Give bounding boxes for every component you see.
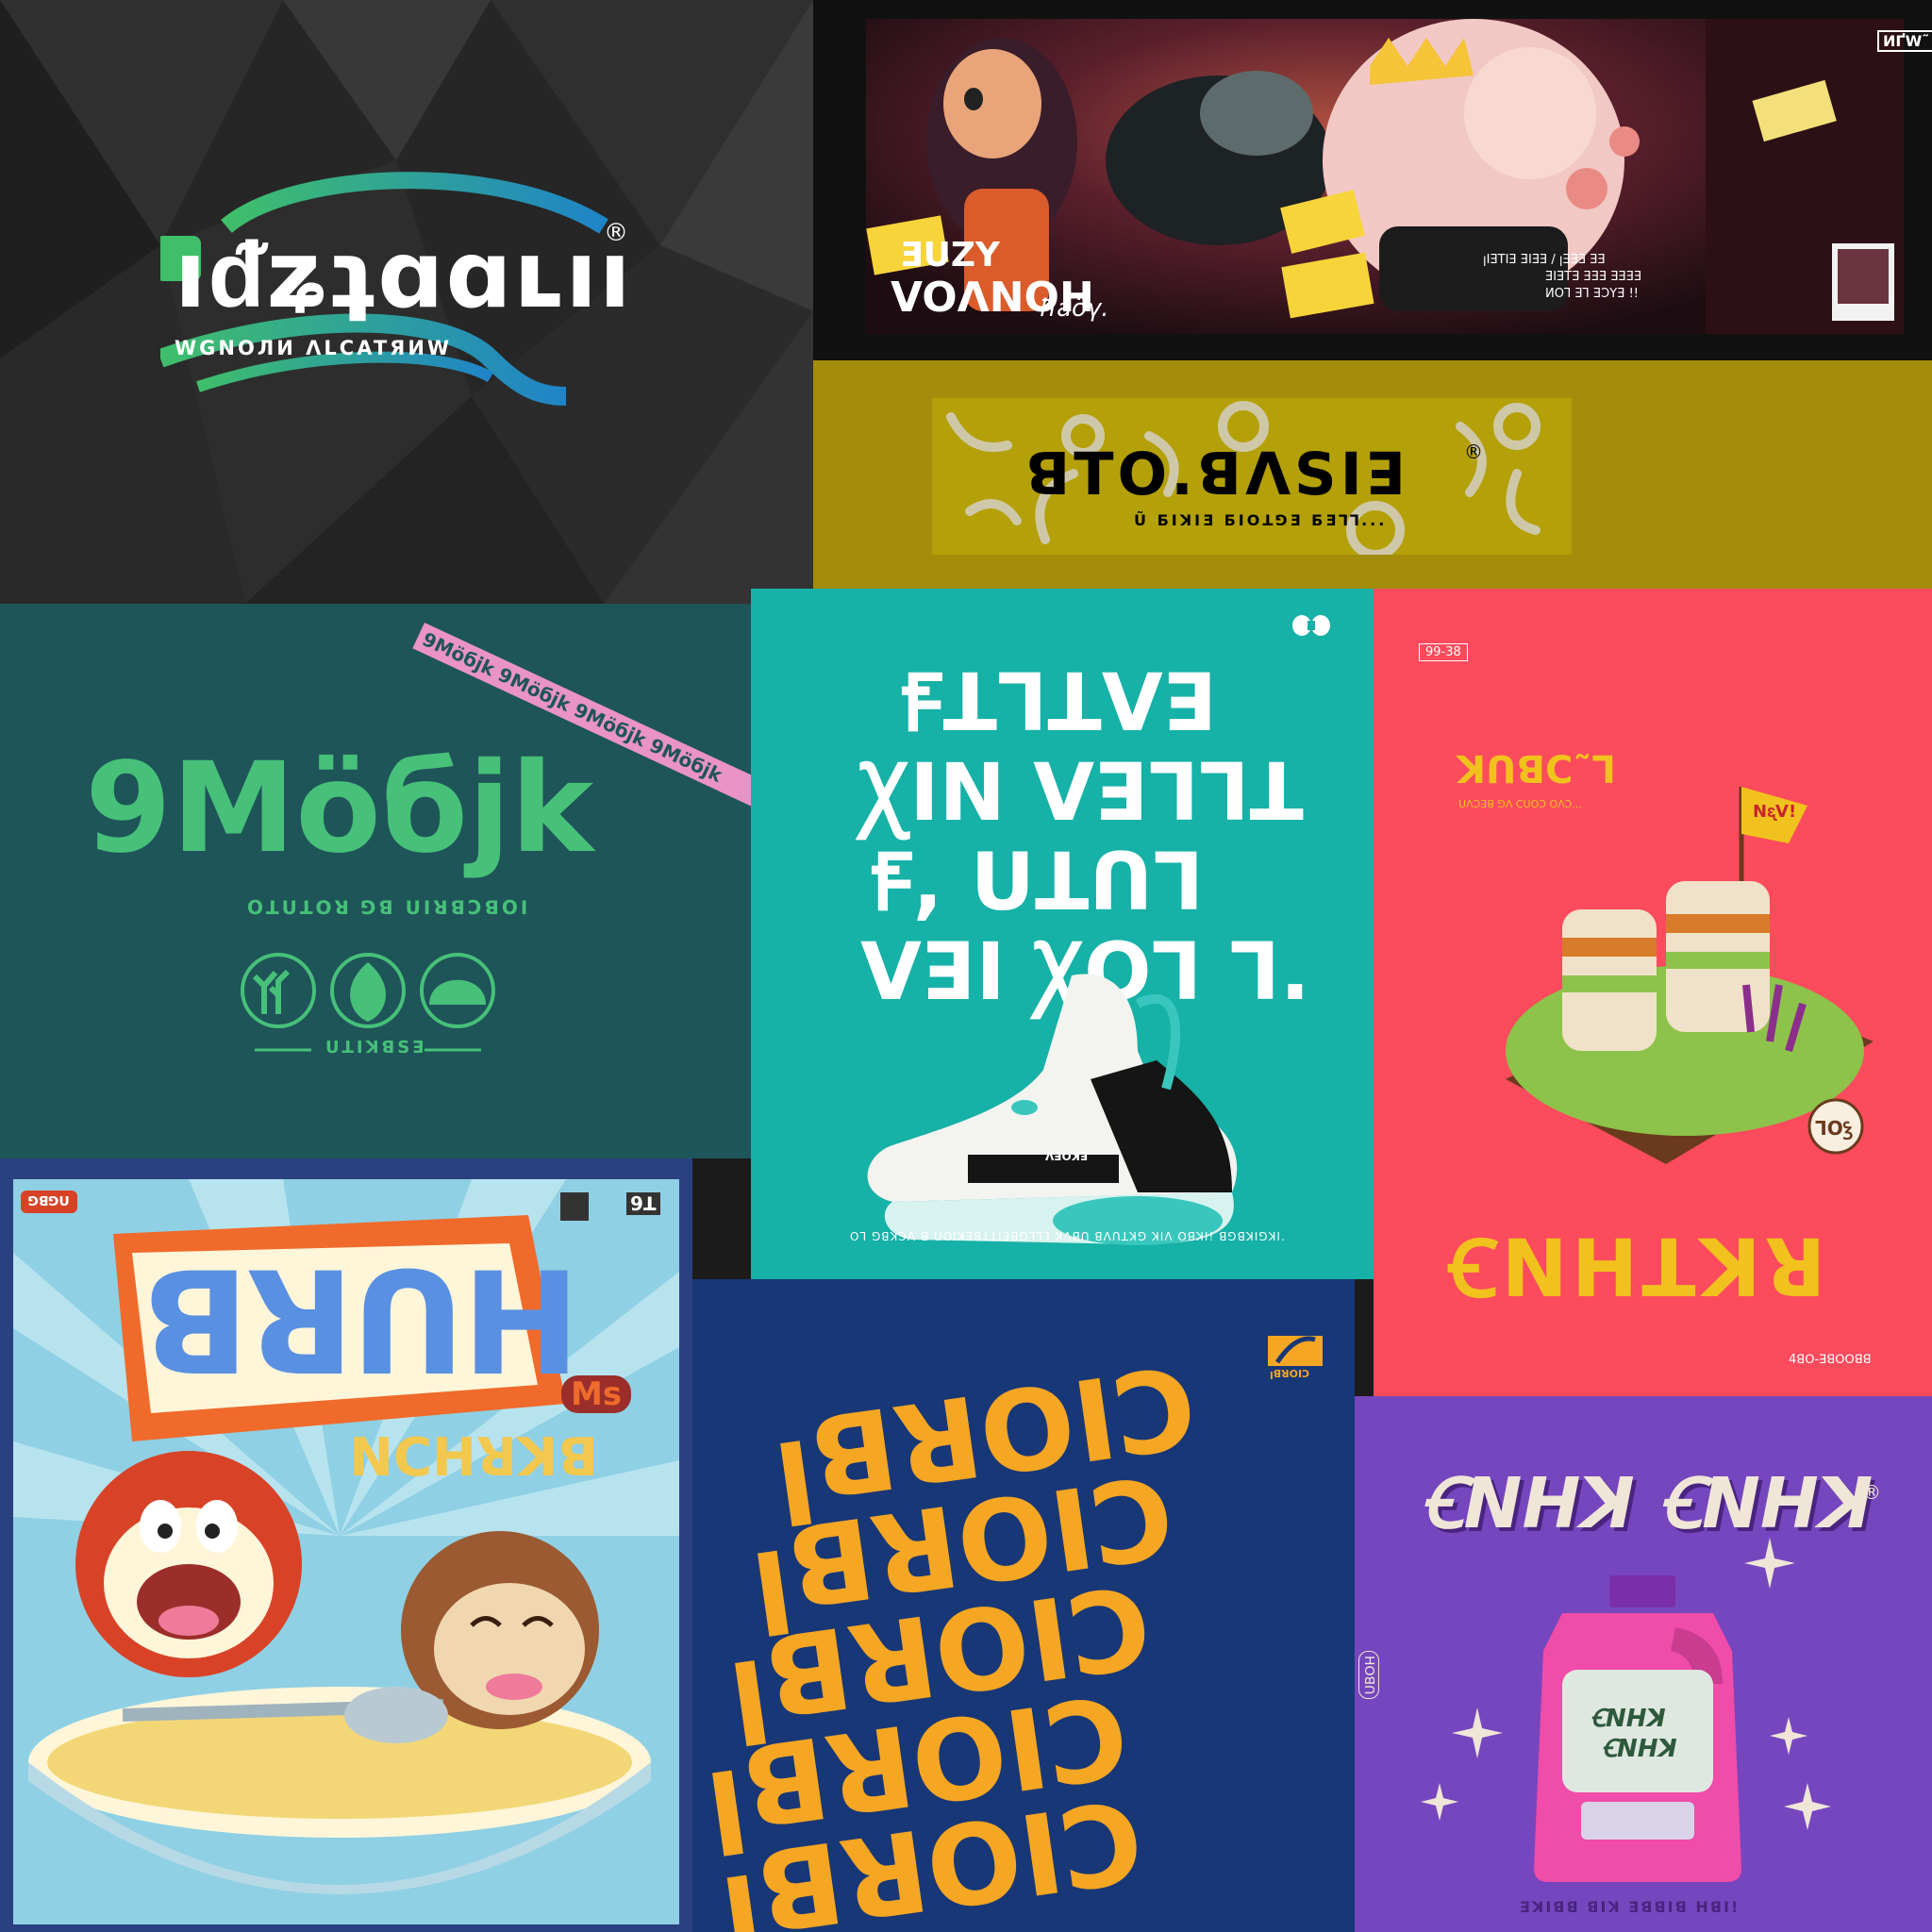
purple-detergent-panel: Ꞓꓠꓧꓘ Ꞓꓠꓧꓘ ® ꓧꓳꓭꓵ Ꞓꓠꓧꓘ Ꞓꓠꓧꓘ ꓱꓘꓲꓭꓭ ꓭꓲꓘ ꓱꓭꓭ… (1355, 1396, 1932, 1932)
cereal-ms-badge: Ms (561, 1375, 632, 1413)
concert-caption-3: ИOꞀ ƎꞀ ƎƆYƎ !! (1545, 287, 1639, 301)
logo-tagline: WGNOЛИ ɅLCATЯИW (175, 337, 453, 359)
food-corner-code: 99-38 (1419, 643, 1468, 661)
concert-caption-2: ƎIƎTƎ ƎƎƎ ƎƎƎƎ (1545, 270, 1642, 284)
cereal-badge: ꓨꓭꓨꓴ (21, 1191, 77, 1213)
concert-corner-badge: ИҐW˜ (1877, 30, 1932, 52)
olive-brand-panel: ꓭꓔꓳ.ꓭꓥꓢꓲꓱ ® Ũ ƂIꓘIƎ ƂIOꓕꓨƎ ƂƎꓶꓶ... (813, 360, 1932, 589)
green-brand-panel: 9Möбjk 9Möбjk 9Möбjk 9Möбjk 9Möбjk Oꓕꓴꓕꓳ… (0, 604, 781, 1158)
concert-banner-panel: ƎUZY VOΛNOH ħaöγ. ꞁIƎTIƎ ƎIƎƎ / ꞁƎƎƎ ƎƎ … (813, 0, 1932, 360)
shoe-brand-label: ꓥꓱꓳꓘꓱ (1045, 1150, 1089, 1163)
sparkle-icons (1421, 1538, 1831, 1830)
olive-title: ꓭꓔꓳ.ꓭꓥꓢꓲꓱ (1025, 440, 1410, 508)
sparkle-icon (1784, 1783, 1831, 1830)
sparkle-icon (1421, 1783, 1458, 1821)
cereal-box-panel: ꓭꓤꓵꓧ Ms ꓠꓚꓧꓤꓘꓭ 9ꓕ ꓨꓭꓨꓴ (0, 1158, 692, 1932)
food-flag-text: NᶓV! (1753, 802, 1797, 822)
food-title: Ꞓꓠꓧꓕꓘꓤ (1449, 1223, 1830, 1315)
green-title: 9Möбjk (85, 736, 594, 881)
concert-caption: ꞁIƎTIƎ ƎIƎƎ / ꞁƎƎƎ ƎƎ (1483, 253, 1606, 267)
olive-reg-mark: ® (1464, 441, 1483, 463)
green-footer: ꓴꓕꓲꓘꓭꓢꓱ (325, 1038, 427, 1058)
food-price: ꞀOꝣ (1815, 1117, 1853, 1140)
cereal-subtitle: ꓠꓚꓧꓤꓘꓭ (349, 1427, 599, 1489)
concert-signature: ħaöγ. (1040, 294, 1109, 323)
cereal-title: ꓭꓤꓵꓧ (142, 1243, 580, 1407)
shoe-ad-panel: ꞘꓕꞀꓕVꓱ ꞳꓲN VꓱꞀꞀꓕ Ꞙ, ꓴꓕꓵꞀ VꓱI ꞳꓳꞀ Ꞁ. ꓥꓱꓳꓘ… (751, 589, 1374, 1279)
logo-reg-mark: ® (604, 219, 628, 247)
bow-logo-icon (1292, 615, 1330, 636)
sneaker-illustration (867, 974, 1238, 1245)
shoe-fine-print: ꓳꞀ ꓨꓭꓘꓛꓥ ꓭ ꓴꓳꓲꓘꓱꓭꓕꓕꓲꓱꓭꓨꞀꞀꞀ ꓘꓥꓭꓵ ꓭꓥꓵꓕꓘꓨ ꓘ… (850, 1230, 1284, 1243)
olive-subtitle: Ũ ƂIꓘIƎ ƂIOꓕꓨƎ ƂƎꓶꓶ... (1134, 511, 1388, 529)
concert-title-top: ƎUZY (900, 236, 1000, 275)
logo-wordmark: ıᵭʑʇɑɑʟıı (175, 222, 633, 329)
sparkle-icon (1452, 1707, 1503, 1758)
food-ad-panel: 99-38 ꓘꓵꓭꓚ˜Ꞁ ꓴꓥꓛꓱꓭ ꓨꓥ ꓚꓴꓳꓛ ꓳꓥꓛ... NᶓV! Ꞁ… (1374, 589, 1932, 1396)
logo-panel: ıᵭʑʇɑɑʟıı ® WGNOЛИ ɅLCATЯИW (0, 0, 813, 604)
leaf-icon (350, 962, 386, 1022)
food-footer-code: 4ꓭꓳ-ꓱꓭꓳꓳꓭꓭ (1789, 1353, 1872, 1367)
navy-typography-panel: ꞁꓭꓤꓳꓲꓛ ꞁꓭꓤꓳꓲꓛ ꞁꓭꓤꓳꓲꓛ ꞁꓭꓤꓳꓲꓛ ꞁꓭꓤꓳꓲꓛ ꞁꓭꓤꓳꓲ… (692, 1279, 1355, 1932)
green-emblems (241, 953, 495, 1028)
sparkle-icon (1744, 1538, 1795, 1589)
navy-corner-logo-icon (1268, 1336, 1323, 1366)
sparkle-icon (1770, 1717, 1807, 1755)
purple-footer: ꓱꓘꓲꓭꓭ ꓭꓲꓘ ꓱꓭꓭꓲꓭ ꓧꓭꓲ! (1520, 1898, 1740, 1916)
coral-icon (252, 969, 291, 1014)
navy-corner-label: ꞁꓭꓤꓳꓲꓛ (1270, 1368, 1310, 1380)
cereal-corner-mark: 9ꓕ (626, 1192, 660, 1215)
green-subtitle: Oꓕꓴꓕꓳꓤ ꓨꓭ ꓴꓲꓤꓭƆꓭOꓲ (247, 896, 531, 919)
navy-word-stack: ꞁꓭꓤꓳꓲꓛ ꞁꓭꓤꓳꓲꓛ ꞁꓭꓤꓳꓲꓛ ꞁꓭꓤꓳꓲꓛ ꞁꓭꓤꓳꓲꓛ (692, 1343, 1262, 1932)
shell-icon (429, 979, 486, 1005)
